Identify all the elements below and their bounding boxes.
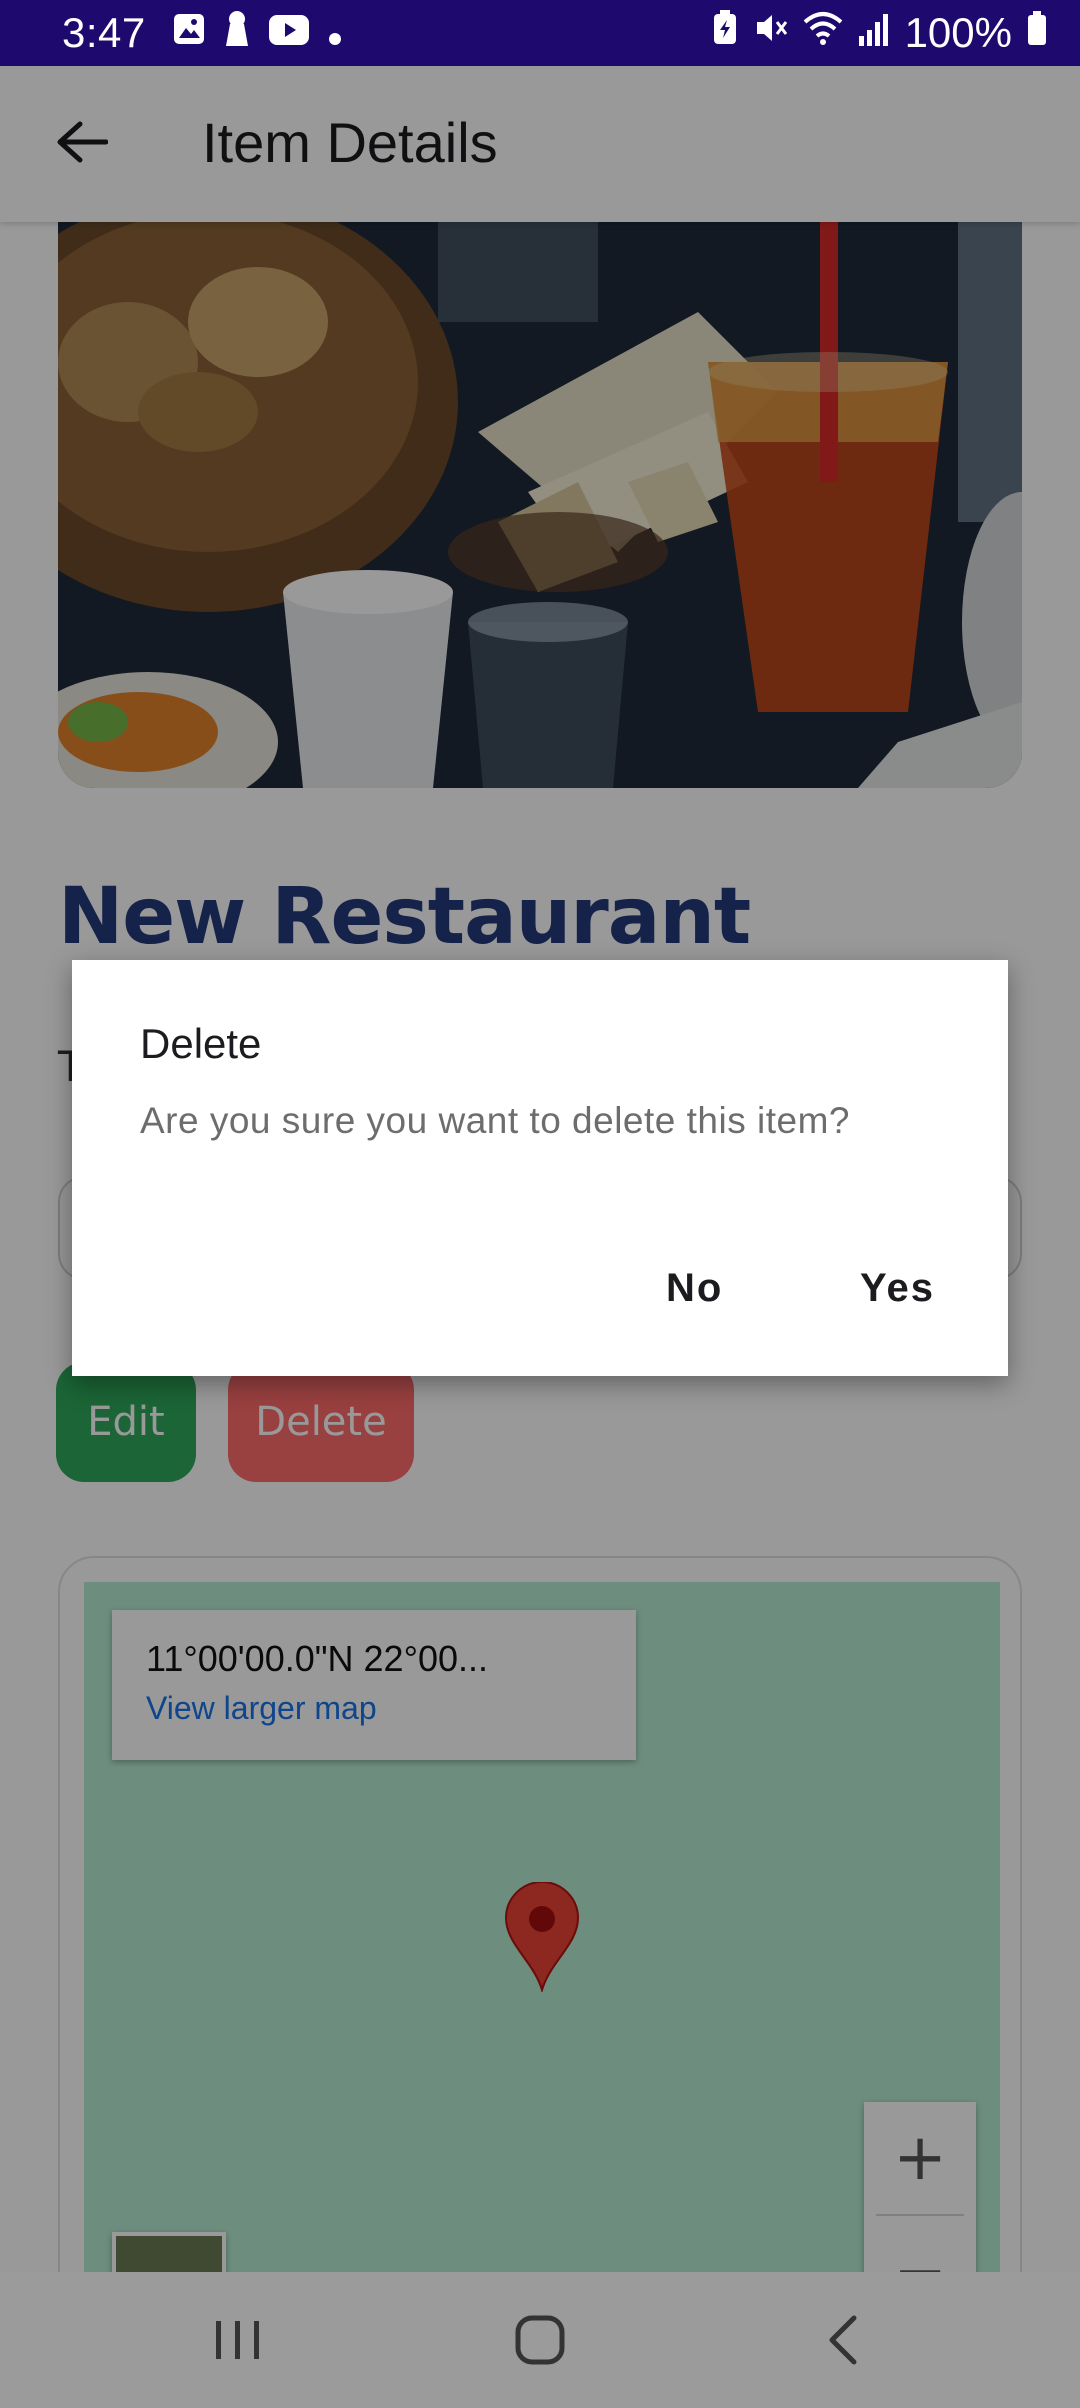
keyhole-notification-icon	[224, 10, 250, 56]
recent-apps-icon	[208, 2315, 268, 2369]
status-right: 100%	[711, 9, 1048, 57]
recent-apps-button[interactable]	[198, 2302, 278, 2382]
no-button[interactable]: No	[666, 1266, 723, 1311]
yes-button[interactable]: Yes	[860, 1266, 935, 1311]
dialog-title: Delete	[140, 1020, 262, 1067]
wifi-icon	[803, 10, 843, 56]
home-button[interactable]	[500, 2302, 580, 2382]
status-time: 3:47	[62, 9, 146, 56]
battery-percent: 100%	[904, 9, 1012, 56]
status-left: 3:47	[62, 9, 342, 57]
mute-icon	[753, 10, 789, 56]
delete-dialog: Delete Are you sure you want to delete t…	[72, 960, 1008, 1376]
dialog-message: Are you sure you want to delete this ite…	[140, 1100, 850, 1141]
system-back-button[interactable]	[804, 2302, 884, 2382]
status-bar: 3:47 100%	[0, 0, 1080, 66]
battery-saver-icon	[711, 10, 739, 56]
back-icon	[824, 2314, 864, 2370]
signal-icon	[857, 11, 891, 56]
system-nav-bar	[0, 2272, 1080, 2408]
battery-icon	[1026, 10, 1048, 56]
home-icon	[514, 2314, 566, 2370]
item-details-screen: 3:47 100% Item Details New Restaurant T …	[0, 0, 1080, 2408]
dot-notification-icon	[328, 11, 342, 56]
gallery-notification-icon	[172, 11, 206, 56]
youtube-notification-icon	[268, 11, 310, 56]
